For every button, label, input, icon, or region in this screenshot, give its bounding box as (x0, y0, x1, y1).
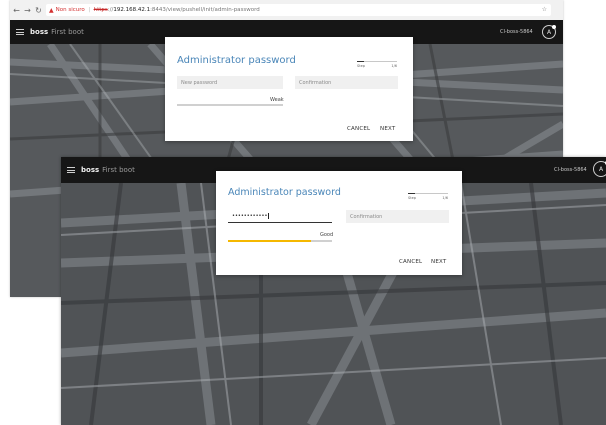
warning-icon: ▲ (49, 6, 54, 14)
address-bar[interactable]: ▲ Non sicuro | https://192.168.42.1:8443… (46, 4, 551, 16)
url-host: 192.168.42.1 (113, 7, 151, 13)
password-value: •••••••••••• (232, 213, 268, 219)
user-avatar[interactable]: A (542, 25, 556, 39)
password-dialog-good: Administrator password Step 1/6 ••••••••… (216, 171, 462, 275)
hamburger-menu-icon[interactable] (67, 167, 75, 173)
dialog-title: Administrator password (228, 187, 341, 198)
confirmation-field[interactable]: Confirmation (295, 76, 398, 89)
reload-icon[interactable]: ↻ (34, 6, 43, 15)
user-avatar[interactable]: A (593, 161, 606, 177)
cancel-button[interactable]: CANCEL (347, 126, 370, 132)
forward-arrow-icon[interactable]: → (23, 6, 32, 15)
strength-label: Weak (270, 97, 284, 103)
step-label: Step (357, 64, 365, 68)
host-name: CI-boss-5864 (500, 29, 533, 35)
url-protocol: https (93, 7, 108, 13)
dialog-title: Administrator password (177, 55, 296, 66)
host-name: CI-boss-5864 (554, 167, 587, 173)
strength-label: Good (320, 232, 334, 238)
confirmation-field[interactable]: Confirmation (346, 210, 449, 223)
strength-meter-fill (228, 240, 312, 242)
back-arrow-icon[interactable]: ← (12, 6, 21, 15)
step-progress-fill (408, 193, 415, 194)
screenshot-good-password: boss First boot CI-boss-5864 A Administr… (61, 157, 606, 425)
cancel-button[interactable]: CANCEL (399, 259, 422, 265)
url-path: :8443/view/pushell/init/admin-password (150, 7, 260, 13)
browser-toolbar: ← → ↻ ▲ Non sicuro | https://192.168.42.… (10, 0, 563, 21)
avatar-letter: A (598, 165, 604, 173)
hamburger-menu-icon[interactable] (16, 29, 24, 35)
step-label: Step (408, 196, 416, 200)
address-separator: | (88, 7, 91, 13)
app-name: boss (81, 166, 100, 174)
text-caret (268, 213, 270, 219)
app-subtitle: First boot (102, 166, 135, 174)
step-count: 1/6 (442, 196, 448, 200)
new-password-field[interactable]: •••••••••••• (228, 210, 332, 223)
strength-meter-track (177, 104, 283, 106)
step-count: 1/6 (391, 64, 397, 68)
app-subtitle: First boot (51, 28, 84, 36)
app-name: boss (30, 28, 49, 36)
new-password-field[interactable]: New password (177, 76, 283, 89)
step-progress-fill (357, 61, 364, 62)
password-dialog-weak: Administrator password Step 1/6 New pass… (165, 37, 413, 141)
next-button[interactable]: NEXT (431, 259, 446, 265)
status-dot (552, 25, 556, 29)
avatar-letter: A (546, 28, 552, 36)
bookmark-star-icon[interactable]: ☆ (542, 6, 547, 13)
next-button[interactable]: NEXT (380, 126, 395, 132)
strength-meter-track (228, 240, 332, 242)
security-label: Non sicuro (55, 7, 85, 13)
